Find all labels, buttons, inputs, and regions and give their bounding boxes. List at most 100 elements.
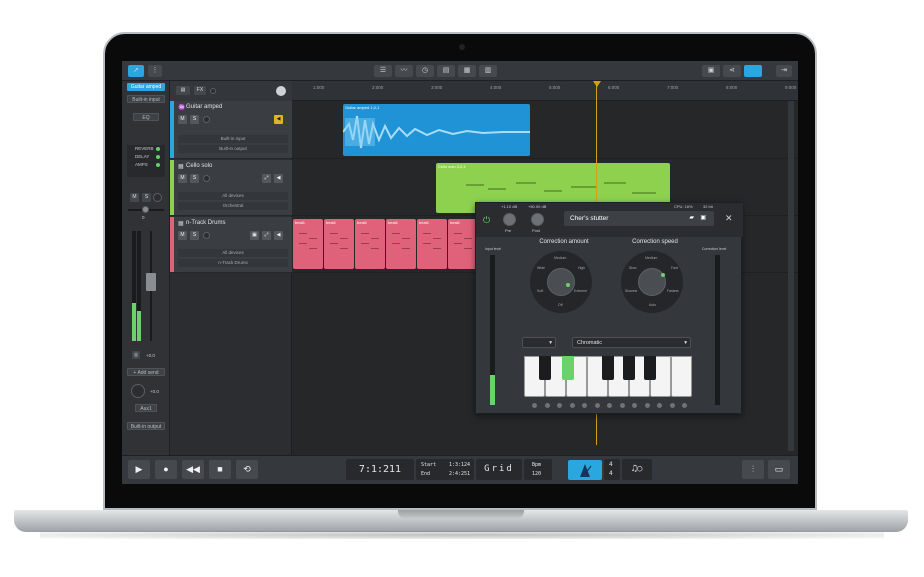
clip-drum-beat[interactable]: beat1 bbox=[386, 219, 416, 269]
loop-range-display[interactable]: Start End 1:3:124 2:4:251 bbox=[416, 459, 474, 480]
step-sequencer-icon[interactable]: ▦ bbox=[458, 65, 476, 77]
key-enable-dot[interactable] bbox=[644, 403, 650, 408]
track-solo-button[interactable]: S bbox=[190, 115, 199, 124]
piano-white-key[interactable] bbox=[671, 356, 692, 397]
track-name[interactable]: n-Track Drums bbox=[186, 220, 225, 226]
track-input[interactable]: All devices bbox=[178, 249, 288, 257]
track-speaker-icon[interactable]: ◀ bbox=[274, 231, 283, 240]
clip-drum-beat[interactable]: beat1 bbox=[355, 219, 385, 269]
time-signature-display[interactable]: 4 4 bbox=[604, 459, 620, 480]
add-send-button[interactable]: + Add send bbox=[127, 368, 165, 376]
send-knob[interactable] bbox=[131, 384, 145, 398]
tuner-icon[interactable]: ⫶ bbox=[742, 460, 764, 479]
preset-selector[interactable]: Cher's stutter ▰ ▣ bbox=[564, 211, 714, 226]
save-icon[interactable]: ▣ bbox=[702, 65, 720, 77]
key-enable-dot[interactable] bbox=[569, 403, 575, 408]
position-display[interactable]: 7:1:211 bbox=[346, 459, 414, 480]
piano-roll-icon[interactable]: ▤ bbox=[437, 65, 455, 77]
export-icon[interactable]: ⇥ bbox=[776, 65, 792, 77]
clip-drum-beat[interactable]: beat1 bbox=[324, 219, 354, 269]
key-enable-dot[interactable] bbox=[619, 403, 625, 408]
track-expand-icon[interactable]: ⤢ bbox=[262, 174, 271, 183]
solo-button[interactable]: S bbox=[142, 193, 151, 202]
clock-icon[interactable]: ◷ bbox=[416, 65, 434, 77]
record-arm-icon[interactable] bbox=[153, 193, 162, 202]
track-name[interactable]: Cello solo bbox=[186, 163, 212, 169]
track-solo-button[interactable]: S bbox=[190, 174, 199, 183]
power-icon[interactable]: ⏻ bbox=[483, 215, 490, 226]
track-speaker-icon[interactable]: ◀ bbox=[274, 174, 283, 183]
track-drums[interactable]: ▦ n-Track Drums M S ▣ ⤢ ◀ All devices n-… bbox=[170, 217, 292, 273]
piano-black-key[interactable] bbox=[539, 356, 551, 380]
add-track-icon[interactable] bbox=[276, 86, 286, 96]
pan-handle[interactable] bbox=[142, 206, 149, 213]
track-speaker-icon[interactable]: ◀ bbox=[274, 115, 283, 124]
cast-screen-icon[interactable]: ▭ bbox=[768, 460, 790, 479]
track-output[interactable]: Orchestral bbox=[178, 202, 288, 210]
track-output[interactable]: Built-in output bbox=[178, 145, 288, 153]
piano-black-key[interactable] bbox=[623, 356, 635, 380]
clip-guitar[interactable]: Guitar amped 1,0,1 bbox=[343, 104, 530, 156]
key-enable-dot[interactable] bbox=[632, 403, 637, 408]
share-icon[interactable]: ⋖ bbox=[723, 65, 741, 77]
track-mute-button[interactable]: M bbox=[178, 231, 187, 240]
channel-track-name[interactable]: Guitar amped bbox=[127, 83, 165, 91]
key-dropdown[interactable]: ▾ bbox=[522, 337, 556, 348]
metronome-icon[interactable] bbox=[568, 460, 602, 480]
track-arm-icon[interactable] bbox=[203, 175, 210, 182]
key-enable-dot[interactable] bbox=[557, 403, 562, 408]
drum-machine-icon[interactable]: ▣ bbox=[250, 231, 259, 240]
clip-drum-beat[interactable]: beat1 bbox=[293, 219, 323, 269]
playhead-marker[interactable] bbox=[593, 81, 601, 87]
correction-amount-knob[interactable]: Medium Wide High Soft Extreme Off bbox=[530, 251, 592, 313]
play-icon[interactable]: ▶ bbox=[128, 460, 150, 479]
channel-input[interactable]: Built-in input bbox=[127, 95, 165, 103]
note-settings-icon[interactable]: ♫○ bbox=[622, 459, 652, 480]
close-plugin-icon[interactable]: ✕ bbox=[725, 213, 733, 224]
clip-drum-beat[interactable]: beat1 bbox=[417, 219, 447, 269]
clip-drum-beat[interactable]: beat1 bbox=[448, 219, 478, 269]
track-solo-button[interactable]: S bbox=[190, 231, 199, 240]
correction-speed-knob[interactable]: Medium Slow Fast Slowest Fastest Auto bbox=[621, 251, 683, 313]
loop-icon[interactable]: ⟲ bbox=[236, 460, 258, 479]
track-expand-icon[interactable]: ⤢ bbox=[262, 231, 271, 240]
key-enable-dot[interactable] bbox=[544, 403, 550, 408]
mixer-icon[interactable]: ☰ bbox=[374, 65, 392, 77]
track-mute-button[interactable]: M bbox=[178, 115, 187, 124]
track-cello[interactable]: ▦ Cello solo M S ⤢ ◀ All devices Orchest… bbox=[170, 160, 292, 216]
volume-fader-handle[interactable] bbox=[146, 273, 156, 291]
scale-dropdown[interactable]: Chromatic ▾ bbox=[572, 337, 691, 348]
track-arm-icon[interactable] bbox=[203, 232, 210, 239]
pointer-tool-icon[interactable]: ➚ bbox=[128, 65, 144, 77]
stop-icon[interactable]: ■ bbox=[209, 460, 231, 479]
key-enable-dot[interactable] bbox=[594, 403, 600, 408]
key-enable-dot[interactable] bbox=[582, 403, 587, 408]
track-output[interactable]: n-Track Drums bbox=[178, 259, 288, 267]
vertical-scrollbar[interactable] bbox=[788, 101, 794, 451]
fx-item-amps[interactable]: AMPS bbox=[127, 161, 165, 169]
channel-output[interactable]: Built-in output bbox=[127, 422, 165, 430]
settings-icon[interactable] bbox=[210, 88, 216, 94]
fx-item-reverb[interactable]: REVERB bbox=[127, 145, 165, 153]
fx-button[interactable]: FX bbox=[194, 86, 206, 95]
rewind-icon[interactable]: ◀◀ bbox=[182, 460, 204, 479]
folder-icon[interactable]: ▰ bbox=[689, 211, 694, 226]
track-name[interactable]: Guitar amped bbox=[186, 104, 222, 110]
link-icon[interactable]: ◎ bbox=[132, 351, 140, 359]
pre-gain-knob[interactable] bbox=[503, 213, 516, 226]
piano-black-key-active[interactable] bbox=[562, 356, 574, 380]
grid-button[interactable]: Grid bbox=[476, 459, 522, 480]
key-enable-dot[interactable] bbox=[669, 403, 675, 408]
send-aux-name[interactable]: Aux1 bbox=[135, 404, 157, 412]
key-enable-dot[interactable] bbox=[607, 403, 612, 408]
spectrum-icon[interactable]: ▥ bbox=[479, 65, 497, 77]
loop-view-icon[interactable] bbox=[744, 65, 762, 77]
post-gain-knob[interactable] bbox=[531, 213, 544, 226]
tempo-display[interactable]: Bpm 120 bbox=[524, 459, 552, 480]
track-list-icon[interactable]: ▤ bbox=[176, 86, 190, 95]
piano-black-key[interactable] bbox=[644, 356, 656, 380]
record-icon[interactable]: ● bbox=[155, 460, 177, 479]
automation-icon[interactable]: 〰 bbox=[395, 65, 413, 77]
save-preset-icon[interactable]: ▣ bbox=[700, 211, 706, 226]
track-guitar[interactable]: ♒ Guitar amped M S ◀ Built-in input Buil… bbox=[170, 101, 292, 159]
